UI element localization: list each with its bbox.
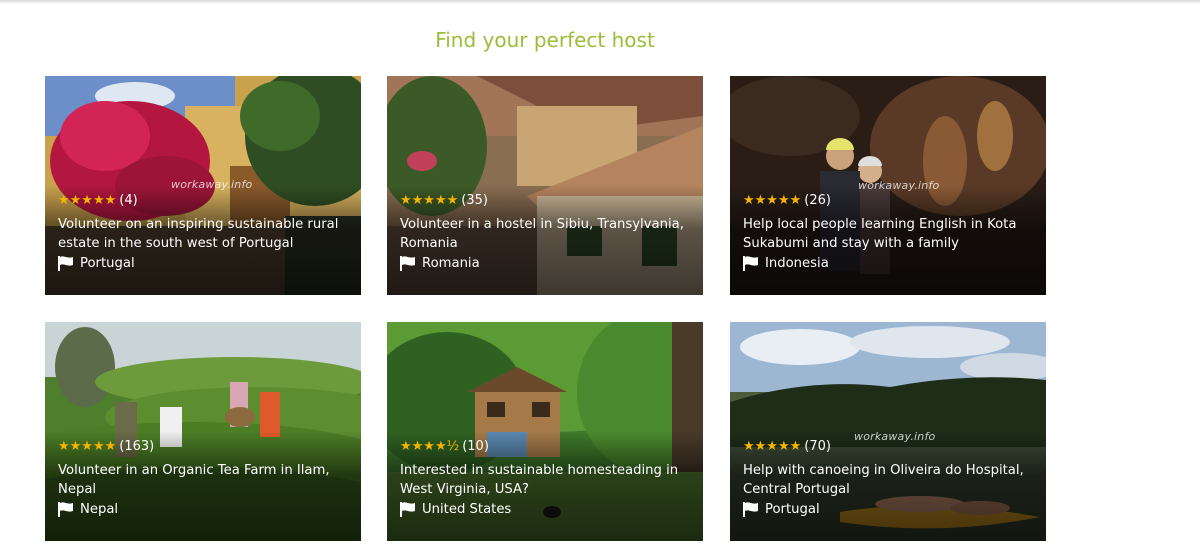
host-card-oliveira-canoeing[interactable]: workaway.info ★★★★★ (70) Help with canoe… — [730, 322, 1046, 541]
host-country: Portugal — [743, 502, 820, 517]
review-count: (4) — [119, 193, 138, 208]
host-title[interactable]: Interested in sustainable homesteading i… — [400, 461, 693, 499]
rating: ★★★★★ (4) — [58, 192, 351, 210]
host-card-sukabumi-english[interactable]: workaway.info ★★★★★ (26) Help local peop… — [730, 76, 1046, 295]
rating: ★★★★★ (26) — [743, 192, 1036, 210]
flag-icon — [400, 502, 415, 517]
rating: ★★★★★ (70) — [743, 438, 1036, 456]
country-label: Portugal — [765, 502, 820, 517]
review-count: (35) — [461, 193, 488, 208]
country-label: Romania — [422, 256, 480, 271]
star-rating-icon: ★★★★★ — [58, 439, 117, 454]
star-rating-icon: ★★★★★ — [743, 439, 802, 454]
watermark: workaway.info — [171, 178, 253, 191]
country-label: Indonesia — [765, 256, 829, 271]
rating: ★★★★★ (35) — [400, 192, 693, 210]
host-country: Portugal — [58, 256, 135, 271]
host-card-sibiu-hostel[interactable]: ★★★★★ (35) Volunteer in a hostel in Sibi… — [387, 76, 703, 295]
host-country: United States — [400, 502, 511, 517]
watermark: workaway.info — [858, 179, 940, 192]
star-rating-icon: ★★★★★ — [58, 193, 117, 208]
host-country: Indonesia — [743, 256, 829, 271]
flag-icon — [743, 502, 758, 517]
host-card-ilam-tea-farm[interactable]: ★★★★★ (163) Volunteer in an Organic Tea … — [45, 322, 361, 541]
host-title[interactable]: Volunteer on an inspiring sustainable ru… — [58, 215, 351, 253]
rating: ★★★★★ (163) — [58, 438, 351, 456]
host-country: Romania — [400, 256, 480, 271]
host-title[interactable]: Help with canoeing in Oliveira do Hospit… — [743, 461, 1036, 499]
flag-icon — [58, 502, 73, 517]
review-count: (163) — [119, 439, 155, 454]
review-count: (26) — [804, 193, 831, 208]
section-heading: Find your perfect host — [435, 28, 655, 52]
country-label: Nepal — [80, 502, 119, 517]
flag-icon — [400, 256, 415, 271]
flag-icon — [58, 256, 73, 271]
star-rating-icon: ★★★★★ — [743, 193, 802, 208]
host-title[interactable]: Help local people learning English in Ko… — [743, 215, 1036, 253]
country-label: United States — [422, 502, 512, 517]
host-card-portugal-rural-estate[interactable]: workaway.info ★★★★★ (4) Volunteer on an … — [45, 76, 361, 295]
host-title[interactable]: Volunteer in a hostel in Sibiu, Transylv… — [400, 215, 693, 253]
review-count: (10) — [462, 439, 489, 454]
top-divider — [0, 0, 1200, 3]
host-title[interactable]: Volunteer in an Organic Tea Farm in Ilam… — [58, 461, 351, 499]
country-label: Portugal — [80, 256, 135, 271]
star-rating-icon: ★★★★★ — [400, 193, 459, 208]
host-card-west-virginia-homestead[interactable]: ★★★★½ (10) Interested in sustainable hom… — [387, 322, 703, 541]
star-rating-icon: ★★★★½ — [400, 439, 460, 454]
rating: ★★★★½ (10) — [400, 438, 693, 456]
review-count: (70) — [804, 439, 831, 454]
host-country: Nepal — [58, 502, 118, 517]
flag-icon — [743, 256, 758, 271]
